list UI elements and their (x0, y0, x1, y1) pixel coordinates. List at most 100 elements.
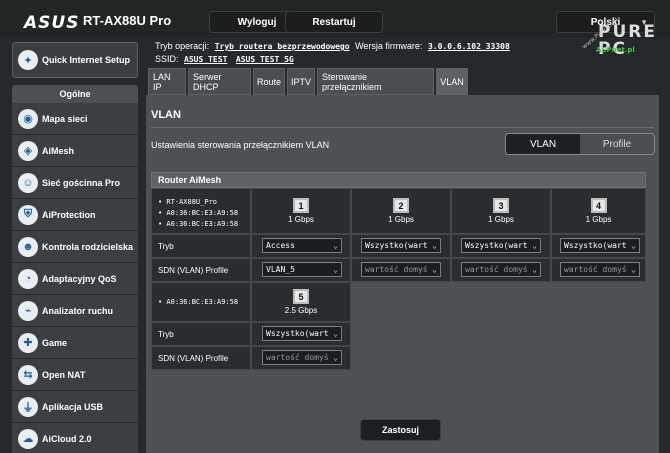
sidebar-item-network-map[interactable]: ◉ Mapa sieci (12, 103, 138, 135)
apply-button[interactable]: Zastosuj (360, 419, 441, 441)
watermark: PURE PC ASPnet.pl www.PurePC.pl (578, 16, 666, 66)
firmware-label: Wersja firmware: (355, 41, 423, 51)
profile-toggle-button[interactable]: Profile (580, 134, 654, 154)
usb-icon: ⏚ (18, 396, 38, 417)
device-mac: • A0:36:BC:E3:A9:58 (158, 209, 239, 217)
port-4: 4 1 Gbps (551, 188, 646, 234)
sidebar-item-aimesh[interactable]: ◈ AiMesh (12, 135, 138, 167)
top-bar: ASUS RT-AX88U Pro Wyloguj Restartuj Pols… (0, 0, 670, 38)
profile-row-label: SDN (VLAN) Profile (151, 258, 251, 282)
select-value: wartość domyś (266, 353, 329, 362)
chevron-down-icon: ⌄ (631, 241, 636, 250)
mode-label: Tryb operacji: (155, 41, 210, 51)
main-panel: VLAN Ustawienia sterowania przełącznikie… (146, 95, 659, 453)
quick-internet-setup-button[interactable]: ✦ Quick Internet Setup (12, 42, 138, 78)
wizard-icon: ✦ (18, 50, 38, 70)
sidebar-item-aiprotection[interactable]: ⛨ AiProtection (12, 199, 138, 231)
firmware-link[interactable]: 3.0.0.6.102_33308 (428, 42, 510, 51)
chevron-down-icon: ⌄ (432, 265, 437, 274)
sidebar-item-game[interactable]: ✚ Game (12, 327, 138, 359)
tab-lan-ip[interactable]: LAN IP (148, 68, 186, 95)
sidebar-item-open-nat[interactable]: ⇆ Open NAT (12, 359, 138, 391)
qos-icon: ◔ (18, 268, 38, 289)
sidebar-item-usb-application[interactable]: ⏚ Aplikacja USB (12, 391, 138, 423)
sidebar-item-label: Game (42, 337, 68, 348)
mode-link[interactable]: Tryb routera bezprzewodowego (215, 42, 350, 51)
sidebar-item-label: Adaptacyjny QoS (42, 273, 117, 284)
port-speed: 1 Gbps (288, 215, 314, 224)
port-5-mode-select[interactable]: Wszystko(wart ⌄ (262, 326, 342, 341)
guest-network-icon: ☺ (18, 172, 38, 193)
chevron-down-icon: ⌄ (333, 241, 338, 250)
ssid-link-1[interactable]: ASUS_TEST (184, 55, 227, 64)
sidebar-item-label: Sieć gościnna Pro (42, 177, 121, 188)
chevron-down-icon: ⌄ (631, 265, 636, 274)
device-info: • RT-AX88U_Pro • A0:36:BC:E3:A9:58 • A0:… (151, 188, 251, 234)
sidebar-item-adaptive-qos[interactable]: ◔ Adaptacyjny QoS (12, 263, 138, 295)
chevron-down-icon: ⌄ (333, 265, 338, 274)
sidebar: ✦ Quick Internet Setup Ogólne ◉ Mapa sie… (12, 42, 138, 453)
port-5: 5 2.5 Gbps (251, 282, 351, 322)
tab-switch-control[interactable]: Sterowanie przełącznikiem (317, 68, 434, 95)
select-value: VLAN_5 (266, 265, 295, 274)
view-toggle: VLAN Profile (505, 133, 655, 155)
ssid-label: SSID: (155, 54, 179, 64)
traffic-icon: ⌁ (18, 300, 38, 321)
select-value: Wszystko(wart (465, 241, 528, 250)
port-5-profile-select[interactable]: wartość domyś ⌄ (262, 350, 342, 365)
device-mac: • A0:36:BC:E3:A9:58 (158, 298, 239, 306)
open-nat-icon: ⇆ (18, 364, 38, 385)
port-speed: 1 Gbps (388, 215, 414, 224)
sidebar-item-label: Analizator ruchu (42, 305, 114, 316)
ethernet-port-icon: 1 (293, 198, 309, 213)
select-value: Wszystko(wart (266, 329, 329, 338)
tab-iptv[interactable]: IPTV (287, 68, 315, 95)
chevron-down-icon: ⌄ (333, 353, 338, 362)
port-1-profile-select[interactable]: VLAN_5 ⌄ (262, 262, 342, 277)
ssid-link-2[interactable]: ASUS_TEST_5G (236, 55, 294, 64)
mode-row-label: Tryb (151, 234, 251, 258)
select-value: wartość domyś (365, 265, 428, 274)
status-info: Tryb operacji: Tryb routera bezprzewodow… (155, 40, 513, 66)
watermark-site: ASPnet.pl (596, 46, 635, 54)
divider (151, 127, 654, 128)
restart-button[interactable]: Restartuj (285, 11, 383, 33)
sidebar-item-label: Open NAT (42, 369, 86, 380)
ethernet-port-icon: 5 (293, 289, 309, 304)
port-1-mode-select[interactable]: Access ⌄ (262, 238, 342, 253)
port-2: 2 1 Gbps (351, 188, 451, 234)
sidebar-section-title: Ogólne (12, 85, 138, 103)
port-4-mode-select[interactable]: Wszystko(wart ⌄ (560, 238, 640, 253)
select-value: wartość domyś (564, 265, 627, 274)
tab-route[interactable]: Route (253, 68, 285, 95)
ethernet-port-icon: 3 (493, 198, 509, 213)
qis-label: Quick Internet Setup (42, 55, 131, 65)
port-3-mode-select[interactable]: Wszystko(wart ⌄ (461, 238, 541, 253)
mode-row-label: Tryb (151, 322, 251, 346)
sidebar-item-traffic-analyzer[interactable]: ⌁ Analizator ruchu (12, 295, 138, 327)
port-grid: • RT-AX88U_Pro • A0:36:BC:E3:A9:58 • A0:… (151, 188, 646, 370)
sidebar-item-label: AiProtection (42, 209, 96, 220)
port-2-mode-select[interactable]: Wszystko(wart ⌄ (361, 238, 441, 253)
router-model: RT-AX88U Pro (83, 13, 172, 28)
tab-vlan[interactable]: VLAN (436, 68, 468, 95)
aimesh-icon: ◈ (18, 140, 38, 161)
tab-bar: LAN IP Serwer DHCP Route IPTV Sterowanie… (148, 68, 470, 95)
select-value: Wszystko(wart (564, 241, 627, 250)
port-4-profile-select[interactable]: wartość domyś ⌄ (560, 262, 640, 277)
device-info-2: • A0:36:BC:E3:A9:58 (151, 282, 251, 322)
sidebar-item-parental-control[interactable]: ☻ Kontrola rodzicielska (12, 231, 138, 263)
port-2-profile-select[interactable]: wartość domyś ⌄ (361, 262, 441, 277)
shield-icon: ⛨ (18, 204, 38, 225)
sidebar-item-aicloud[interactable]: ☁ AiCloud 2.0 (12, 423, 138, 453)
port-3-profile-select[interactable]: wartość domyś ⌄ (461, 262, 541, 277)
select-value: Wszystko(wart (365, 241, 428, 250)
parental-icon: ☻ (18, 236, 38, 257)
vlan-toggle-button[interactable]: VLAN (506, 134, 580, 154)
asus-logo: ASUS (24, 13, 80, 33)
profile-row-label: SDN (VLAN) Profile (151, 346, 251, 370)
tab-dhcp-server[interactable]: Serwer DHCP (188, 68, 251, 95)
sidebar-item-guest-network[interactable]: ☺ Sieć gościnna Pro (12, 167, 138, 199)
port-3: 3 1 Gbps (451, 188, 551, 234)
table-header: Router AiMesh (151, 172, 646, 188)
